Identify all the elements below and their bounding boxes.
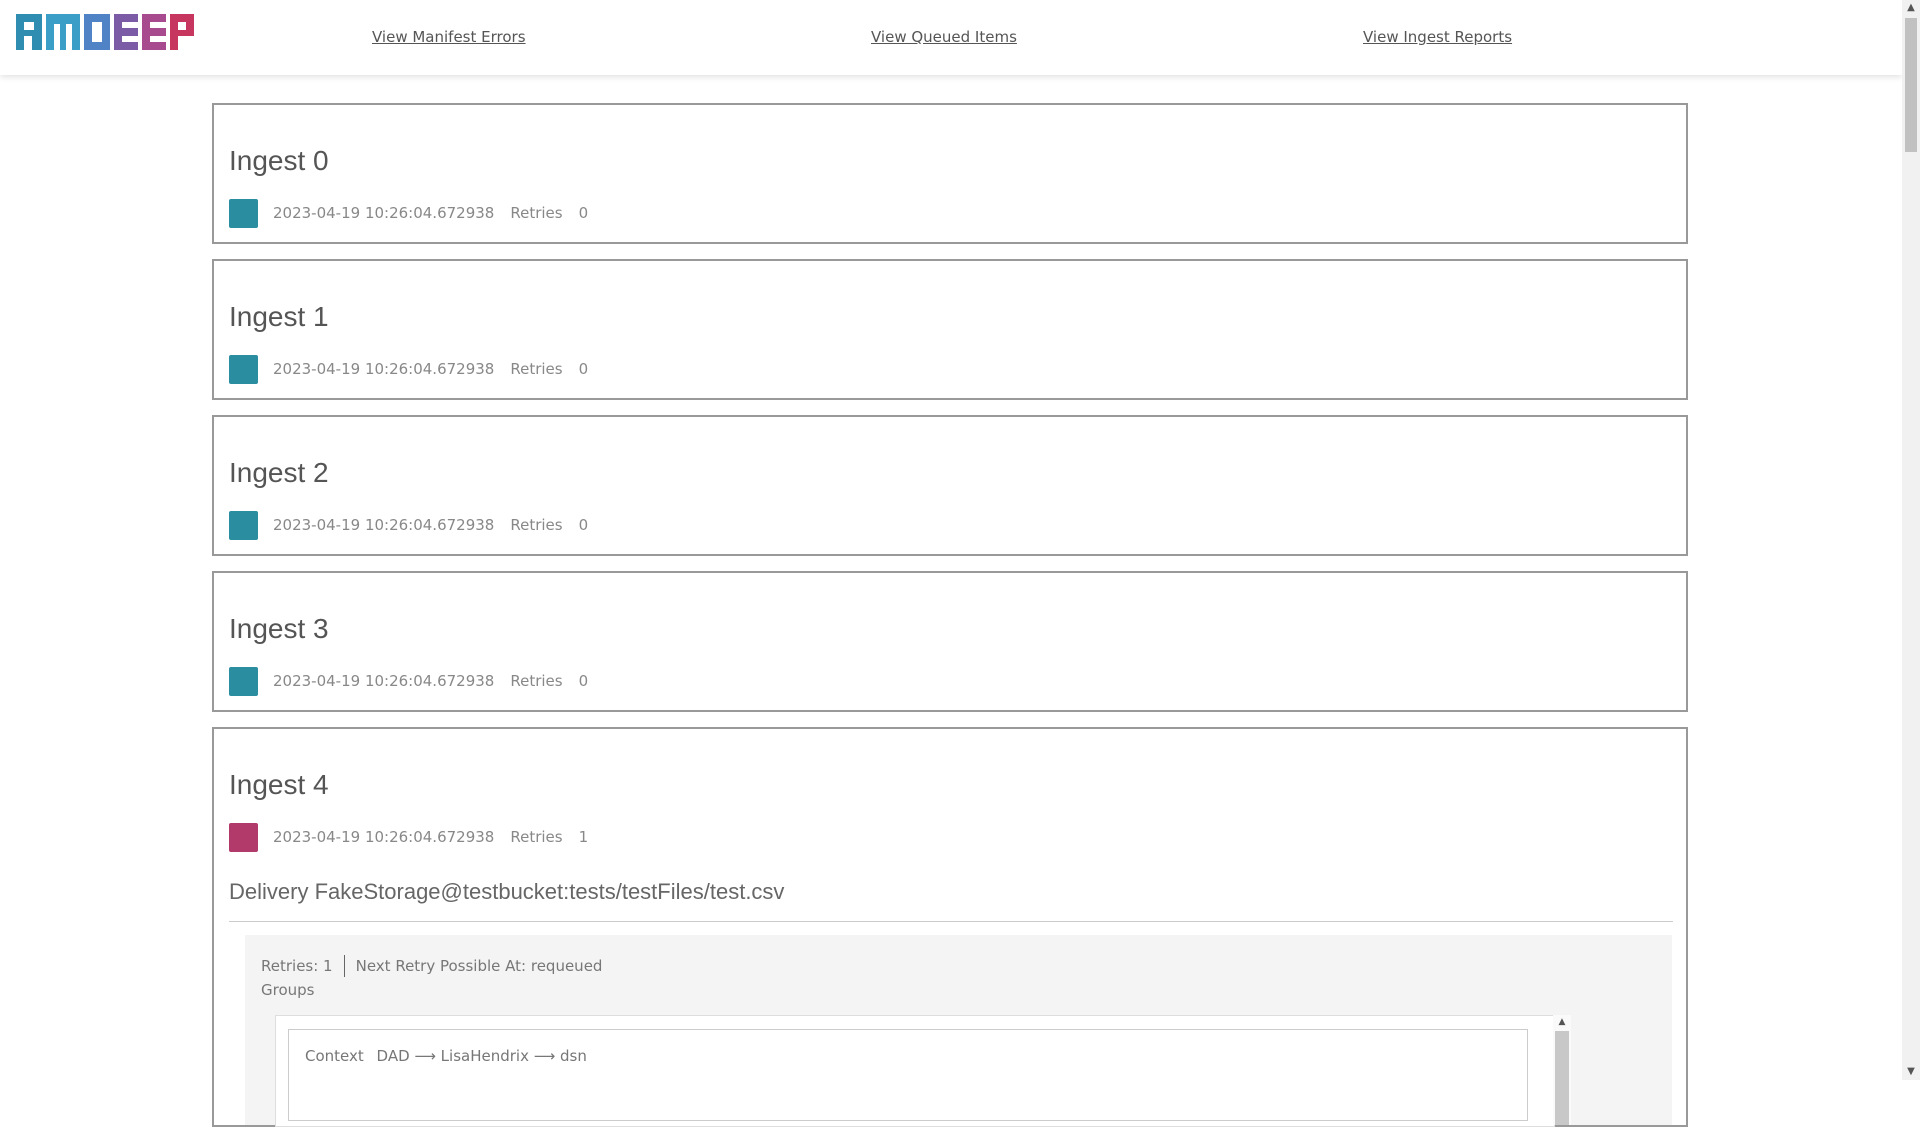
scroll-thumb[interactable] [1905, 18, 1917, 152]
ingest-status-row: 2023-04-19 10:26:04.672938 Retries 0 [229, 666, 588, 696]
ingest-card[interactable]: Ingest 1 2023-04-19 10:26:04.672938 Retr… [212, 259, 1688, 400]
next-retry-text: Next Retry Possible At: requeued [355, 957, 603, 975]
retries-label: Retries [510, 516, 563, 534]
page-scrollbar[interactable]: ▲ ▼ [1902, 0, 1920, 1080]
context-label: Context [305, 1047, 364, 1065]
scroll-thumb[interactable] [1555, 1031, 1569, 1125]
separator [343, 955, 345, 977]
ingest-title: Ingest 1 [229, 301, 329, 332]
retries-label: Retries [510, 828, 563, 846]
context-line: Context DAD ⟶ LisaHendrix ⟶ dsn [305, 1047, 587, 1065]
ingest-status-row: 2023-04-19 10:26:04.672938 Retries 0 [229, 354, 588, 384]
context-path: DAD ⟶ LisaHendrix ⟶ dsn [376, 1047, 587, 1065]
groups-list[interactable]: Context DAD ⟶ LisaHendrix ⟶ dsn [275, 1015, 1555, 1127]
retries-text: Retries: 1 [261, 957, 333, 975]
ingest-timestamp: 2023-04-19 10:26:04.672938 [273, 516, 495, 534]
ingest-title: Ingest 2 [229, 457, 329, 488]
groups-label: Groups [261, 981, 315, 999]
ingest-title: Ingest 0 [229, 145, 329, 176]
ingest-status-row: 2023-04-19 10:26:04.672938 Retries 0 [229, 198, 588, 228]
nav-view-queued-items[interactable]: View Queued Items [871, 28, 1017, 46]
status-indicator-icon [229, 354, 258, 384]
rmdeep-logo[interactable] [16, 14, 196, 52]
retry-info-line: Retries: 1 Next Retry Possible At: reque… [261, 955, 602, 977]
context-item[interactable]: Context DAD ⟶ LisaHendrix ⟶ dsn [288, 1029, 1528, 1121]
delivery-title: Delivery FakeStorage@testbucket:tests/te… [229, 879, 785, 904]
retries-count: 0 [578, 672, 589, 690]
ingest-card[interactable]: Ingest 0 2023-04-19 10:26:04.672938 Retr… [212, 103, 1688, 244]
retries-count: 0 [578, 516, 589, 534]
ingest-timestamp: 2023-04-19 10:26:04.672938 [273, 672, 495, 690]
nav-view-ingest-reports[interactable]: View Ingest Reports [1363, 28, 1512, 46]
retries-label: Retries [510, 360, 563, 378]
status-indicator-icon [229, 822, 258, 852]
scroll-up-arrow-icon[interactable]: ▲ [1902, 0, 1920, 16]
ingest-card[interactable]: Ingest 2 2023-04-19 10:26:04.672938 Retr… [212, 415, 1688, 556]
status-indicator-icon [229, 510, 258, 540]
ingest-card-expanded[interactable]: Ingest 4 2023-04-19 10:26:04.672938 Retr… [212, 727, 1688, 1127]
ingest-title: Ingest 4 [229, 769, 329, 800]
top-navigation-bar: View Manifest Errors View Queued Items V… [0, 0, 1902, 75]
ingest-status-row: 2023-04-19 10:26:04.672938 Retries 1 [229, 822, 588, 852]
ingest-timestamp: 2023-04-19 10:26:04.672938 [273, 360, 495, 378]
ingest-card[interactable]: Ingest 3 2023-04-19 10:26:04.672938 Retr… [212, 571, 1688, 712]
ingest-timestamp: 2023-04-19 10:26:04.672938 [273, 204, 495, 222]
retries-label: Retries [510, 672, 563, 690]
scroll-down-arrow-icon[interactable]: ▼ [1902, 1064, 1920, 1080]
retries-count: 0 [578, 360, 589, 378]
ingest-status-row: 2023-04-19 10:26:04.672938 Retries 0 [229, 510, 588, 540]
retries-count: 1 [578, 828, 589, 846]
nav-view-manifest-errors[interactable]: View Manifest Errors [372, 28, 526, 46]
retries-count: 0 [578, 204, 589, 222]
status-indicator-icon [229, 198, 258, 228]
groups-scrollbar[interactable]: ▲ [1553, 1015, 1571, 1125]
scroll-up-arrow-icon[interactable]: ▲ [1553, 1015, 1571, 1029]
delivery-detail-panel: Retries: 1 Next Retry Possible At: reque… [245, 935, 1672, 1127]
ingest-title: Ingest 3 [229, 613, 329, 644]
retries-label: Retries [510, 204, 563, 222]
divider [229, 921, 1673, 922]
ingest-timestamp: 2023-04-19 10:26:04.672938 [273, 828, 495, 846]
status-indicator-icon [229, 666, 258, 696]
